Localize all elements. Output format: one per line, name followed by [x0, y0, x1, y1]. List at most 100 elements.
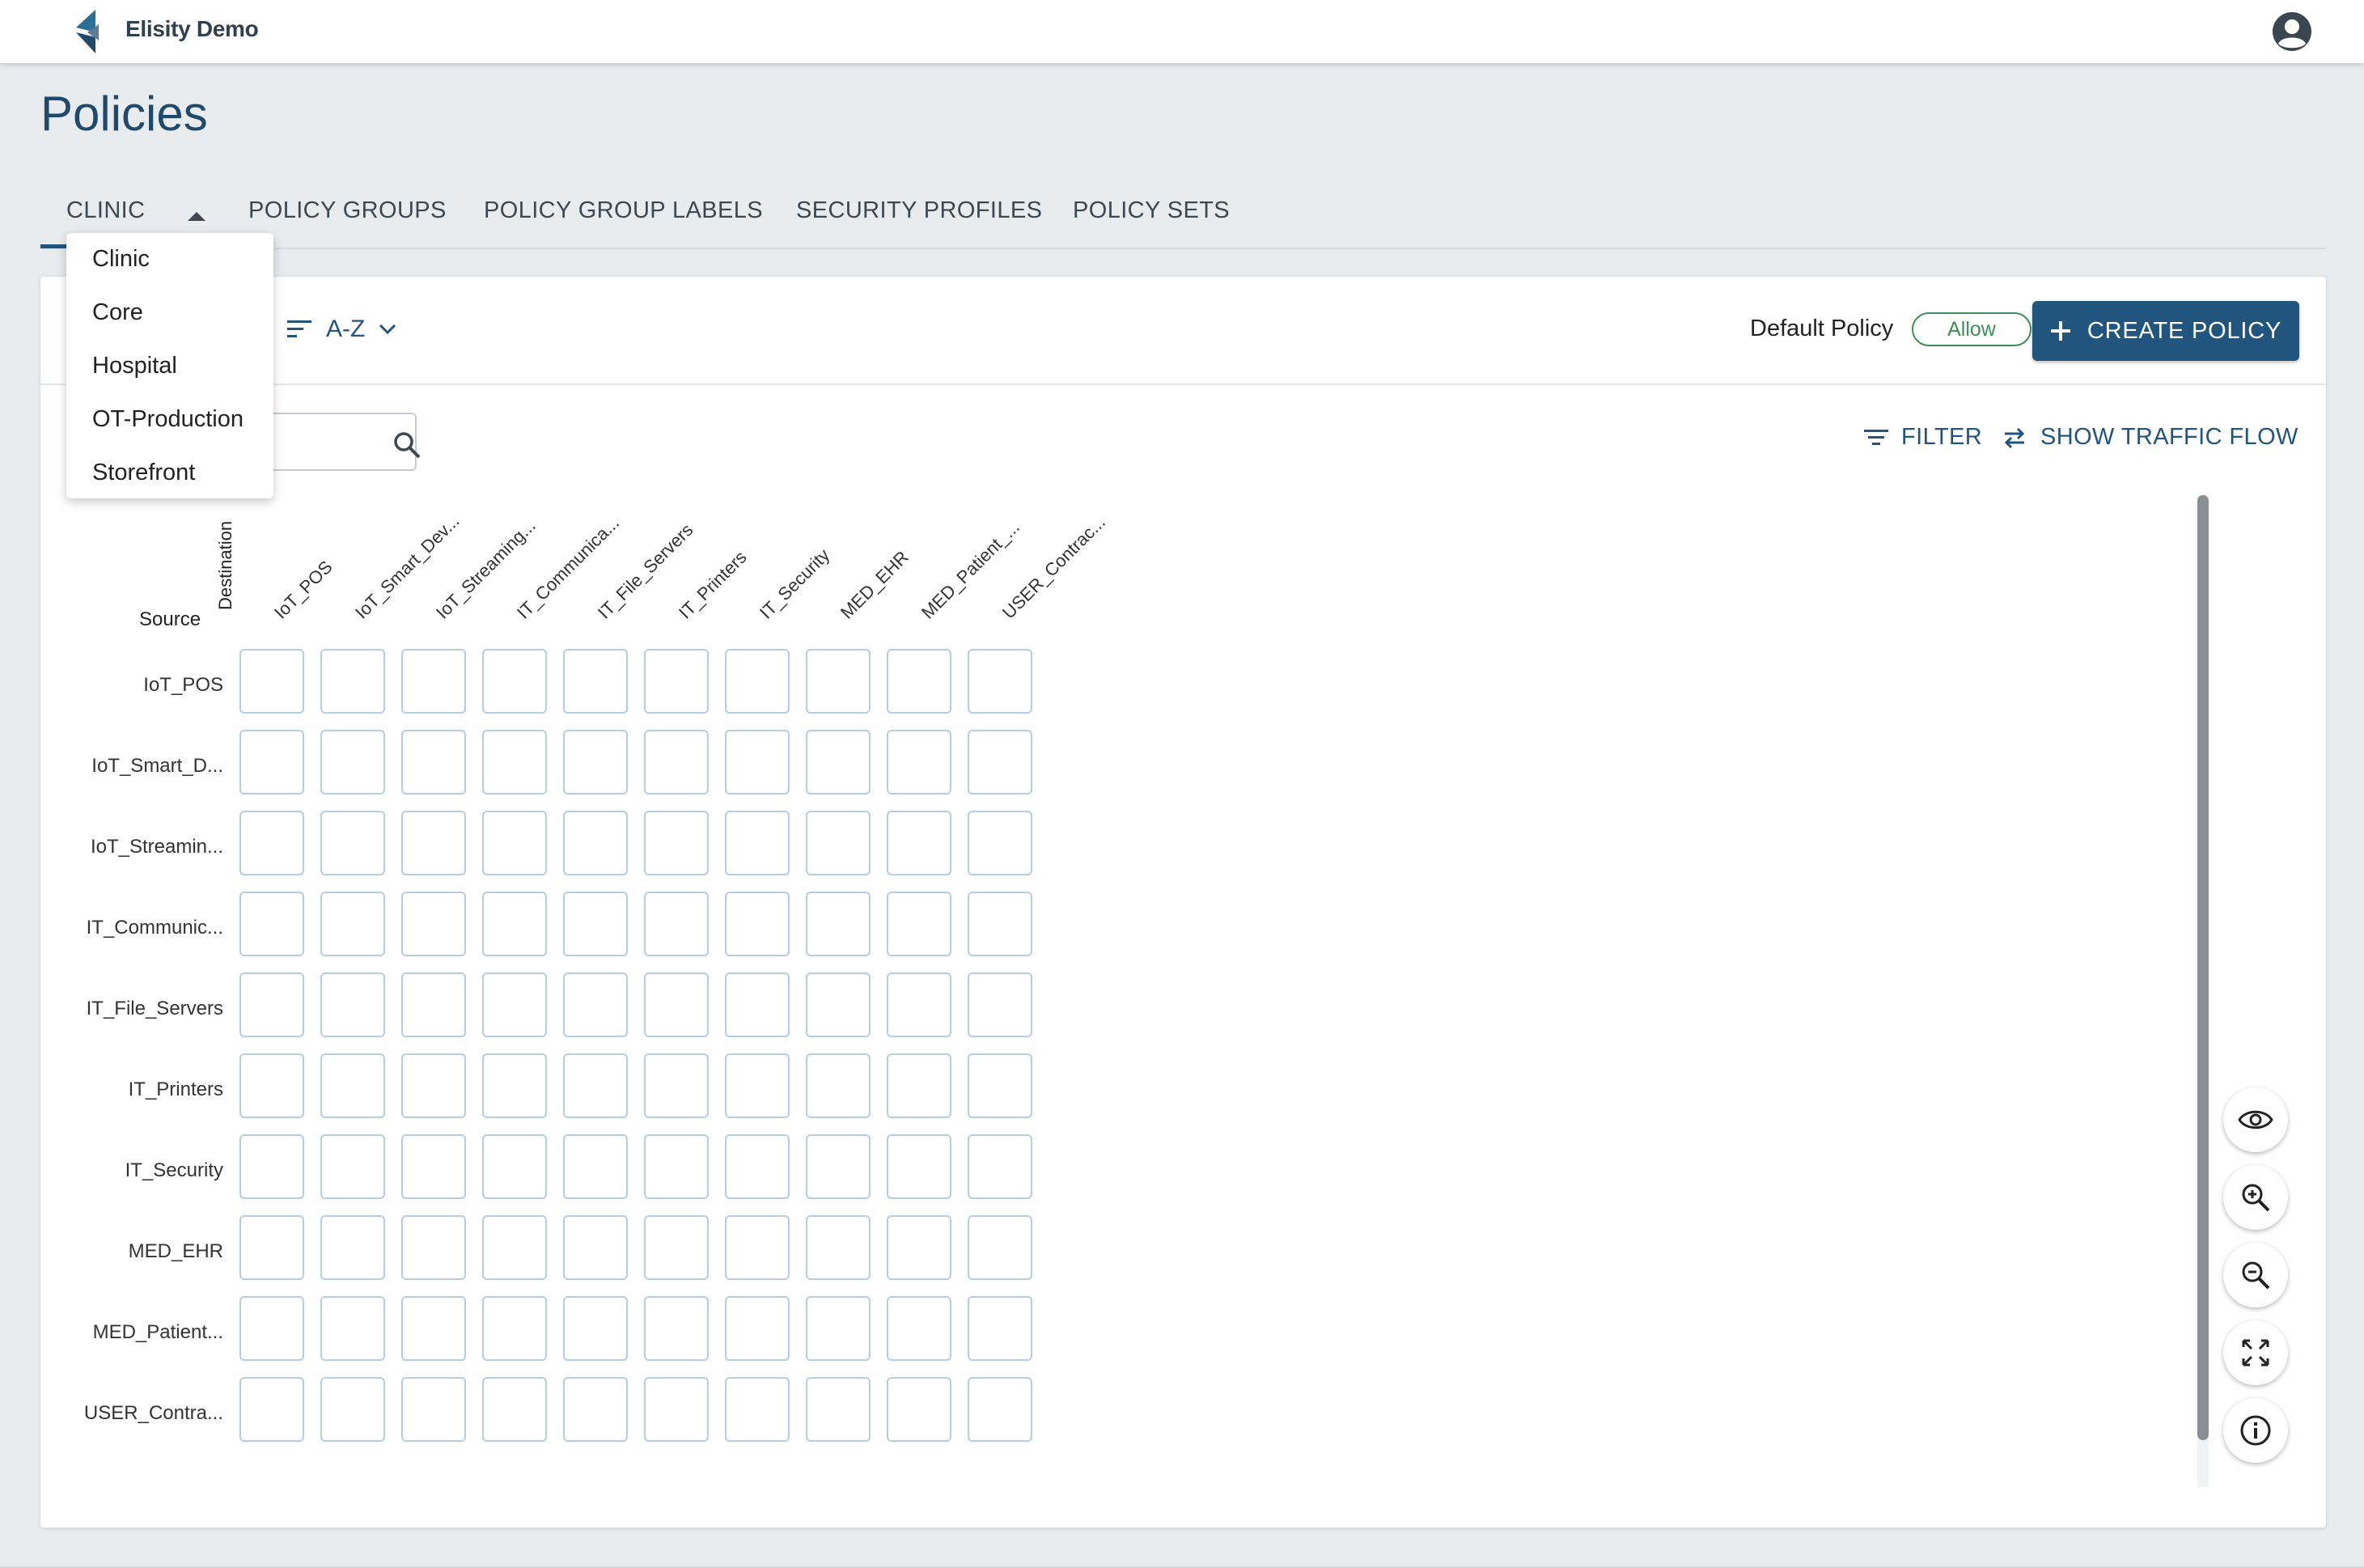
matrix-cell[interactable] — [887, 973, 951, 1037]
column-header[interactable]: IT_Printers — [675, 547, 751, 623]
matrix-cell[interactable] — [239, 1134, 304, 1199]
matrix-cell[interactable] — [482, 1053, 547, 1118]
matrix-cell[interactable] — [482, 1377, 547, 1442]
vertical-scrollbar[interactable] — [2197, 495, 2209, 1487]
matrix-cell[interactable] — [401, 1134, 466, 1199]
matrix-cell[interactable] — [482, 973, 547, 1037]
matrix-cell[interactable] — [320, 649, 385, 714]
matrix-cell[interactable] — [482, 1296, 547, 1361]
matrix-cell[interactable] — [401, 1377, 466, 1442]
matrix-cell[interactable] — [806, 973, 871, 1037]
matrix-cell[interactable] — [320, 892, 385, 956]
matrix-cell[interactable] — [644, 973, 709, 1037]
matrix-cell[interactable] — [239, 649, 304, 714]
zoom-out-button[interactable] — [2223, 1243, 2288, 1307]
matrix-cell[interactable] — [320, 1377, 385, 1442]
matrix-cell[interactable] — [887, 811, 951, 875]
matrix-cell[interactable] — [563, 892, 628, 956]
matrix-cell[interactable] — [887, 1053, 951, 1118]
row-header[interactable]: IoT_Streamin... — [37, 836, 223, 858]
matrix-cell[interactable] — [644, 1215, 709, 1280]
matrix-cell[interactable] — [401, 973, 466, 1037]
show-traffic-flow-button[interactable]: SHOW TRAFFIC FLOW — [2002, 424, 2298, 451]
matrix-cell[interactable] — [644, 649, 709, 714]
matrix-cell[interactable] — [563, 1296, 628, 1361]
matrix-cell[interactable] — [725, 973, 790, 1037]
matrix-cell[interactable] — [401, 811, 466, 875]
matrix-cell[interactable] — [239, 892, 304, 956]
dropdown-option-ot-production[interactable]: OT-Production — [92, 406, 244, 433]
matrix-cell[interactable] — [725, 811, 790, 875]
matrix-cell[interactable] — [725, 1053, 790, 1118]
user-avatar-icon[interactable] — [2272, 11, 2312, 52]
matrix-cell[interactable] — [725, 1296, 790, 1361]
matrix-cell[interactable] — [968, 730, 1032, 795]
matrix-cell[interactable] — [887, 649, 951, 714]
matrix-cell[interactable] — [563, 730, 628, 795]
row-header[interactable]: IT_Printers — [37, 1079, 223, 1101]
row-header[interactable]: IoT_Smart_D... — [37, 755, 223, 778]
tab-policy-group-labels[interactable]: POLICY GROUP LABELS — [484, 197, 763, 224]
matrix-cell[interactable] — [644, 1134, 709, 1199]
row-header[interactable]: IT_Security — [37, 1159, 223, 1182]
matrix-cell[interactable] — [563, 1053, 628, 1118]
matrix-cell[interactable] — [401, 1296, 466, 1361]
column-header[interactable]: IT_Security — [756, 545, 834, 623]
matrix-cell[interactable] — [806, 1053, 871, 1118]
matrix-cell[interactable] — [320, 1215, 385, 1280]
matrix-cell[interactable] — [725, 1377, 790, 1442]
matrix-cell[interactable] — [806, 1215, 871, 1280]
dropdown-option-storefront[interactable]: Storefront — [92, 460, 195, 486]
sort-control[interactable]: A-Z — [287, 309, 397, 350]
create-policy-button[interactable]: CREATE POLICY — [2032, 301, 2299, 361]
matrix-cell[interactable] — [887, 730, 951, 795]
matrix-cell[interactable] — [563, 1134, 628, 1199]
matrix-cell[interactable] — [401, 649, 466, 714]
fullscreen-button[interactable] — [2223, 1320, 2288, 1385]
row-header[interactable]: IoT_POS — [37, 674, 223, 697]
matrix-cell[interactable] — [644, 1296, 709, 1361]
matrix-cell[interactable] — [563, 1215, 628, 1280]
matrix-cell[interactable] — [725, 649, 790, 714]
matrix-cell[interactable] — [320, 1053, 385, 1118]
matrix-cell[interactable] — [482, 1134, 547, 1199]
matrix-cell[interactable] — [482, 892, 547, 956]
tab-policy-groups[interactable]: POLICY GROUPS — [248, 197, 447, 224]
matrix-cell[interactable] — [482, 1215, 547, 1280]
dropdown-option-core[interactable]: Core — [92, 299, 143, 326]
matrix-cell[interactable] — [401, 730, 466, 795]
matrix-cell[interactable] — [482, 730, 547, 795]
matrix-cell[interactable] — [806, 811, 871, 875]
matrix-cell[interactable] — [482, 811, 547, 875]
matrix-cell[interactable] — [320, 973, 385, 1037]
tab-security-profiles[interactable]: SECURITY PROFILES — [796, 197, 1042, 224]
matrix-cell[interactable] — [968, 1215, 1032, 1280]
matrix-cell[interactable] — [968, 1053, 1032, 1118]
matrix-cell[interactable] — [563, 811, 628, 875]
matrix-cell[interactable] — [239, 811, 304, 875]
matrix-cell[interactable] — [968, 1296, 1032, 1361]
matrix-cell[interactable] — [887, 1215, 951, 1280]
row-header[interactable]: MED_Patient... — [37, 1321, 223, 1344]
tab-policy-sets[interactable]: POLICY SETS — [1073, 197, 1230, 224]
matrix-cell[interactable] — [239, 730, 304, 795]
matrix-cell[interactable] — [239, 1053, 304, 1118]
matrix-cell[interactable] — [563, 973, 628, 1037]
matrix-cell[interactable] — [806, 1296, 871, 1361]
scrollbar-thumb[interactable] — [2197, 495, 2209, 1440]
matrix-cell[interactable] — [239, 1215, 304, 1280]
matrix-cell[interactable] — [563, 1377, 628, 1442]
matrix-cell[interactable] — [806, 649, 871, 714]
matrix-cell[interactable] — [887, 1377, 951, 1442]
matrix-cell[interactable] — [401, 1215, 466, 1280]
matrix-cell[interactable] — [239, 1296, 304, 1361]
matrix-cell[interactable] — [968, 1134, 1032, 1199]
matrix-cell[interactable] — [239, 1377, 304, 1442]
zoom-in-button[interactable] — [2223, 1165, 2288, 1230]
row-header[interactable]: MED_EHR — [37, 1240, 223, 1263]
row-header[interactable]: USER_Contra... — [37, 1402, 223, 1425]
matrix-cell[interactable] — [806, 1134, 871, 1199]
matrix-cell[interactable] — [725, 1134, 790, 1199]
matrix-cell[interactable] — [644, 811, 709, 875]
matrix-cell[interactable] — [725, 730, 790, 795]
